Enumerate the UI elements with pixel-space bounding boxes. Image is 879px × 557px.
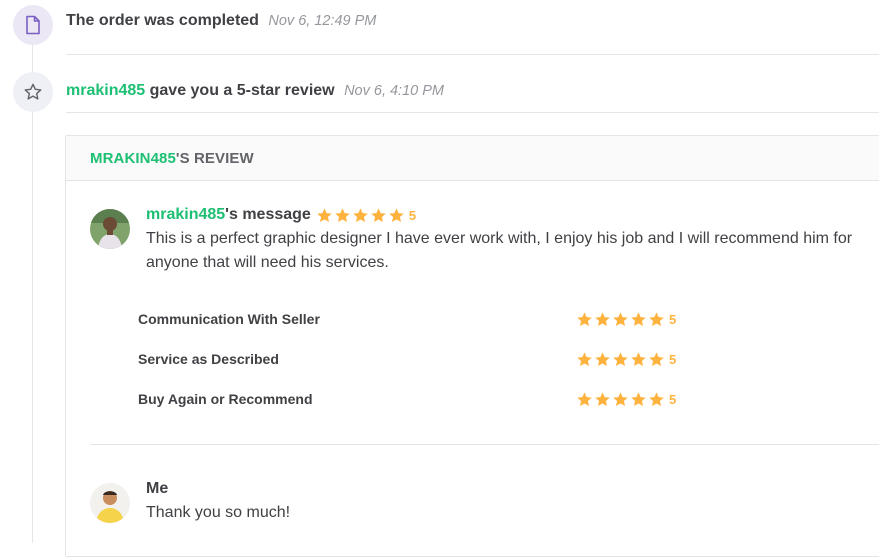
star-icon: [613, 391, 628, 406]
star-icon: [353, 207, 368, 222]
review-header-suffix: 'S REVIEW: [175, 149, 254, 167]
seller-avatar[interactable]: [90, 483, 130, 523]
divider: [66, 112, 879, 113]
star-icon: [577, 391, 592, 406]
buyer-name[interactable]: mrakin485: [146, 206, 225, 224]
criterion-row: Communication With Seller 5: [138, 309, 698, 329]
star-icon: [649, 351, 664, 366]
star-icon: [613, 311, 628, 326]
criterion-row: Buy Again or Recommend 5: [138, 389, 698, 409]
star-icon: [613, 351, 628, 366]
star-icon: [649, 311, 664, 326]
star-icon: [649, 391, 664, 406]
star-icon: [595, 351, 610, 366]
star-rating: 5: [316, 207, 416, 224]
criterion-label: Service as Described: [138, 351, 279, 367]
star-icon: [631, 351, 646, 366]
buyer-message: mrakin485's message 5 This is a perfect …: [146, 206, 866, 275]
star-rating: 5: [576, 351, 676, 368]
star-icon: [577, 311, 592, 326]
divider: [66, 54, 879, 55]
star-icon: [371, 207, 386, 222]
star-icon: [389, 207, 404, 222]
buyer-message-title: mrakin485's message 5: [146, 206, 866, 224]
star-icon: [317, 207, 332, 222]
buyer-message-text: This is a perfect graphic designer I hav…: [146, 230, 853, 271]
document-icon: [13, 5, 53, 45]
event-text: gave you a 5-star review: [145, 82, 335, 99]
star-icon: [595, 311, 610, 326]
star-icon: [335, 207, 350, 222]
review-header: MRAKIN485 'S REVIEW: [66, 136, 879, 181]
rating-value: 5: [408, 207, 417, 223]
order-completed-event: The order was completed Nov 6, 12:49 PM: [66, 12, 376, 30]
seller-name: Me: [146, 480, 169, 497]
divider: [90, 444, 879, 445]
timeline-line: [32, 45, 33, 543]
rating-value: 5: [669, 391, 677, 407]
review-card: MRAKIN485 'S REVIEW mrakin485's message 5…: [65, 135, 879, 557]
event-text: The order was completed: [66, 12, 259, 29]
seller-reply: Me Thank you so much!: [146, 480, 866, 525]
rating-value: 5: [669, 351, 677, 367]
criterion-row: Service as Described 5: [138, 349, 698, 369]
criterion-label: Communication With Seller: [138, 311, 320, 327]
star-icon: [631, 311, 646, 326]
event-time: Nov 6, 4:10 PM: [344, 83, 444, 99]
star-icon: [577, 351, 592, 366]
star-rating: 5: [576, 311, 676, 328]
rating-value: 5: [669, 311, 677, 327]
review-header-user[interactable]: MRAKIN485: [90, 150, 176, 167]
seller-reply-text: Thank you so much!: [146, 504, 291, 521]
buyer-avatar[interactable]: [90, 209, 130, 249]
review-event: mrakin485 gave you a 5-star review Nov 6…: [66, 82, 444, 100]
star-icon: [595, 391, 610, 406]
star-icon: [631, 391, 646, 406]
star-outline-icon: [13, 72, 53, 112]
star-rating: 5: [576, 391, 676, 408]
criterion-label: Buy Again or Recommend: [138, 391, 313, 407]
buyer-label-suffix: 's message: [225, 206, 311, 223]
event-time: Nov 6, 12:49 PM: [268, 13, 377, 29]
reviewer-link[interactable]: mrakin485: [66, 82, 145, 99]
